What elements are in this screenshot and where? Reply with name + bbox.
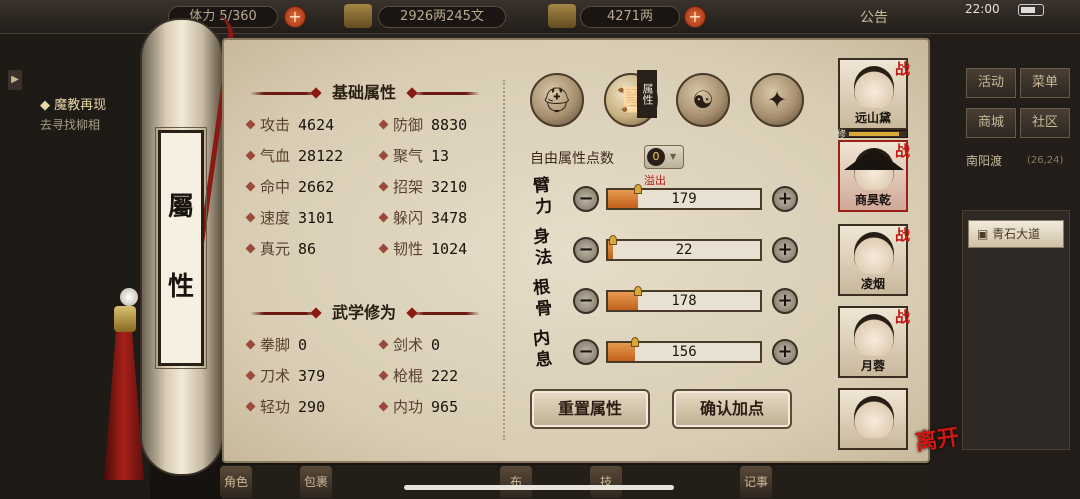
stat-attack: 攻击 4624 [245,115,334,135]
stat-dodge: 躲闪 3478 [378,208,467,228]
party-member-card[interactable]: 远山黛战 [838,58,910,130]
avatar [854,396,894,438]
party-member-card[interactable]: 月蓉战 [838,306,910,378]
battle-mark: 战 [894,60,910,78]
home-indicator [404,485,674,490]
bone-plus-button[interactable]: + [772,288,798,314]
attr-bone-label: 根骨 [532,277,554,320]
party-member-card-selected[interactable]: 商昊乾战 [838,140,910,212]
stat-toughness: 韧性 1024 [378,239,467,259]
arm-strength-plus-button[interactable]: + [772,186,798,212]
location-coords: (26,24) [1027,155,1064,166]
stat-inner-power: 内功 965 [378,397,458,417]
avatar [854,232,894,274]
battery-icon [1018,4,1044,16]
bottom-skill-button[interactable]: 技 [590,466,622,498]
expand-arrow-icon[interactable]: ▶ [8,70,22,90]
bone-bar: 178 [606,286,762,312]
arm-strength-bar: 179 [606,184,762,210]
road-button[interactable]: ▣ 青石大道 [968,220,1064,248]
inner-breath-plus-button[interactable]: + [772,339,798,365]
free-points-value: 0 [647,148,665,166]
stat-lightness: 轻功 290 [245,397,325,417]
stat-speed: 速度 3101 [245,208,334,228]
bone-minus-button[interactable]: − [573,288,599,314]
hat-character-icon[interactable]: ⛑ [530,73,584,127]
bottom-role-button[interactable]: 角色 [220,466,252,498]
scroll-label-top: 屬 [167,192,194,222]
agility-bar: 22 [606,235,762,261]
battle-mark: 战 [894,142,910,160]
stat-blade: 刀术 379 [245,366,325,386]
section-rule [410,92,480,95]
avatar [854,66,894,108]
quest-subtitle: 去寻找柳相 [40,118,101,132]
attr-agility-label: 身法 [532,226,554,269]
meridian-figure-icon[interactable]: ✦ [750,73,804,127]
inner-breath-minus-button[interactable]: − [573,339,599,365]
silver-counter: 2926两245文 [378,6,506,28]
stat-true-essence: 真元 86 [245,239,316,259]
section-rule [410,312,480,315]
community-button[interactable]: 社区 [1020,108,1070,138]
agility-minus-button[interactable]: − [573,237,599,263]
location-name: 南阳渡 [966,154,1003,168]
martial-title: 武学修为 [331,303,396,322]
scroll-label [155,127,207,369]
bottom-cloth-button[interactable]: 布 [500,466,532,498]
attributes-tab-badge: 属性 [637,70,657,118]
battle-mark: 战 [894,308,910,326]
attr-inner-breath-label: 内息 [532,328,554,371]
agility-plus-button[interactable]: + [772,237,798,263]
inner-breath-bar: 156 [606,337,762,363]
stat-fist: 拳脚 0 [245,335,307,355]
scroll-label-bottom: 性 [167,272,194,302]
shop-button[interactable]: 商城 [966,108,1016,138]
stat-defense: 防御 8830 [378,115,467,135]
leave-button[interactable]: 离开 [913,419,961,457]
arm-strength-minus-button[interactable]: − [573,186,599,212]
confirm-allocation-button[interactable]: 确认加点 [672,389,792,429]
battle-mark: 战 [894,226,910,244]
gold-icon [548,4,576,28]
stat-gather-qi: 聚气 13 [378,146,449,166]
activity-button[interactable]: 活动 [966,68,1016,98]
status-time: 22:00 [965,2,1000,16]
gold-counter: 4271两 [580,6,680,28]
column-divider [503,80,505,440]
stat-spear-staff: 枪棍 222 [378,366,458,386]
menu-button[interactable]: 菜单 [1020,68,1070,98]
chevron-down-icon: ▼ [670,152,677,161]
avatar [854,314,894,356]
party-member-card[interactable]: 凌烟战 [838,224,910,296]
free-points-label: 自由属性点数 [530,151,614,167]
stat-sword: 剑术 0 [378,335,440,355]
tassel-bead [120,288,138,306]
stat-hp: 气血 28122 [245,146,343,166]
add-gold-button[interactable]: + [684,6,706,28]
stat-accuracy: 命中 2662 [245,177,334,197]
basic-attributes-title: 基础属性 [331,83,396,102]
bottom-notes-button[interactable]: 记事 [740,466,772,498]
attr-arm-strength-label: 臂力 [532,175,554,218]
stat-parry: 招架 3210 [378,177,467,197]
quest-title[interactable]: ◆ 魔教再现 [40,94,106,113]
bottom-bag-button[interactable]: 包裹 [300,466,332,498]
overflow-label: 溢出 [644,174,666,187]
member-progress-bar: 修 [837,130,908,140]
announcement-button[interactable]: 公告 [860,7,888,27]
add-stamina-button[interactable]: + [284,6,306,28]
bagua-icon[interactable]: ☯ [676,73,730,127]
reset-attributes-button[interactable]: 重置属性 [530,389,650,429]
party-member-card[interactable] [838,388,908,450]
tassel-cap [114,306,136,332]
silver-icon [344,4,372,28]
